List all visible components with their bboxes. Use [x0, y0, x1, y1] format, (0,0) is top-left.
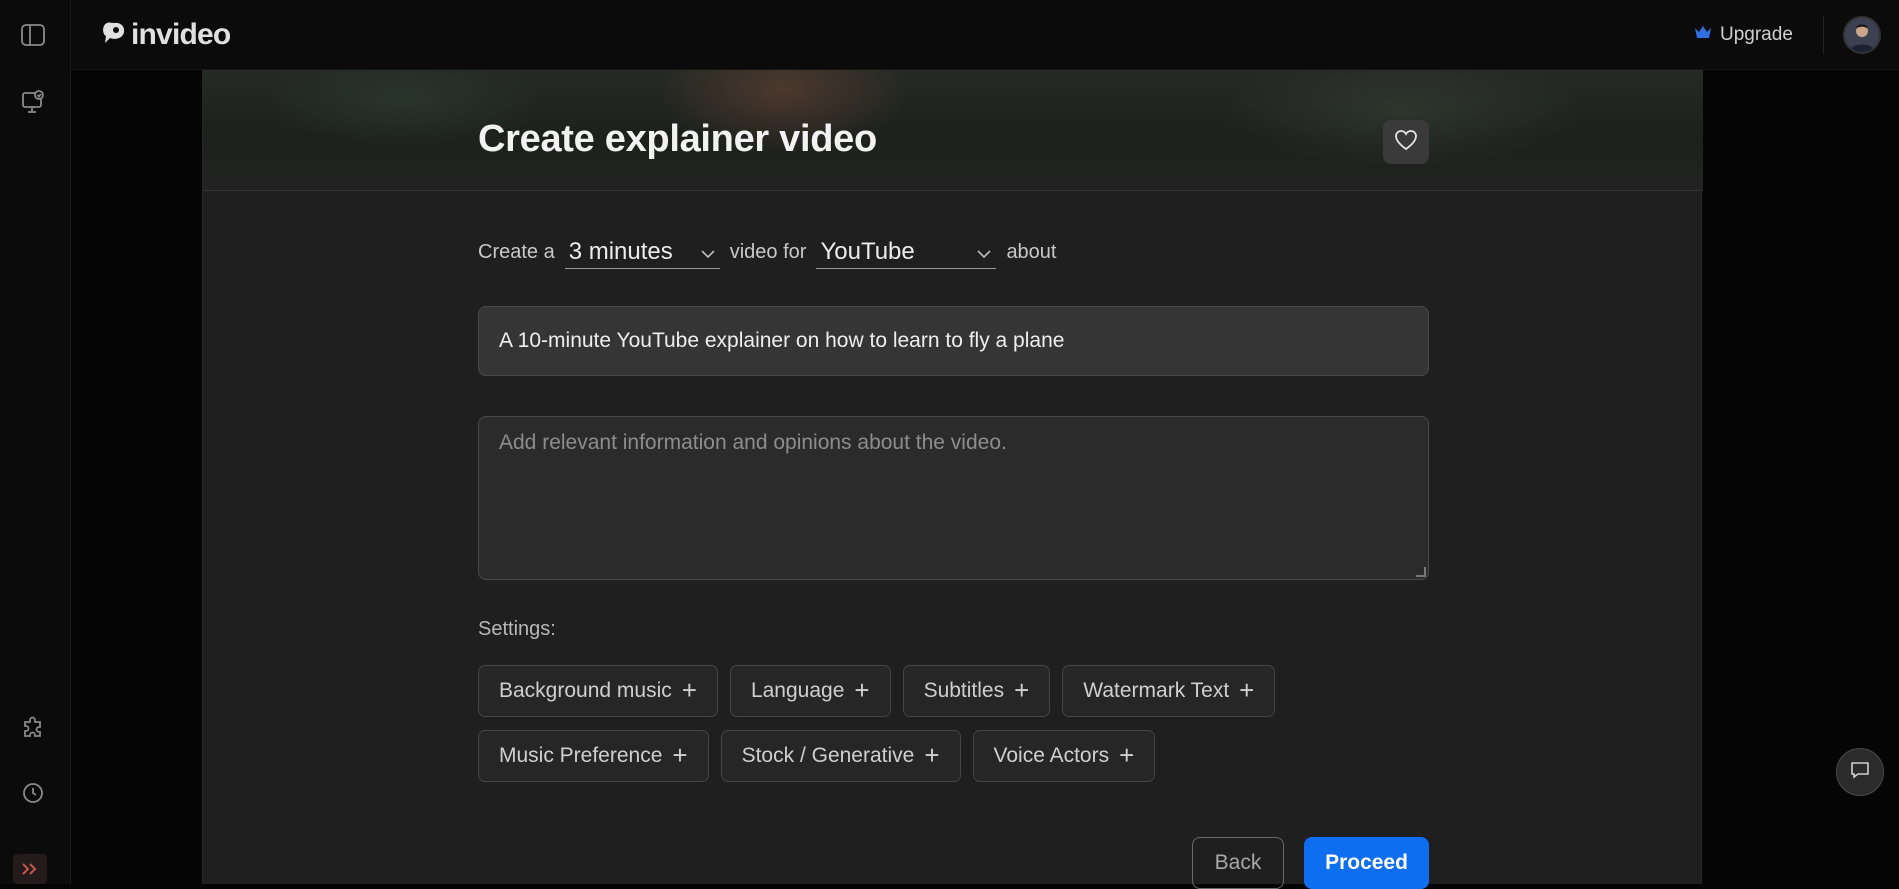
avatar[interactable]	[1843, 16, 1881, 54]
setting-background-music[interactable]: Background music +	[478, 665, 718, 717]
video-spec-sentence: Create a 3 minutes video for YouTube abo…	[478, 230, 1057, 274]
plus-icon: +	[1119, 740, 1135, 770]
back-button[interactable]: Back	[1192, 837, 1284, 889]
logo-mark-icon	[101, 20, 127, 51]
favorite-button[interactable]	[1383, 120, 1429, 164]
plus-icon: +	[1239, 675, 1255, 705]
setting-stock-generative[interactable]: Stock / Generative +	[720, 730, 961, 782]
chevron-down-icon	[700, 238, 716, 266]
plus-icon: +	[672, 740, 688, 770]
setting-voice-actors[interactable]: Voice Actors +	[972, 730, 1156, 782]
page-title: Create explainer video	[478, 118, 877, 160]
chevron-down-icon	[976, 238, 992, 266]
settings-row-2: Music Preference + Stock / Generative + …	[478, 730, 1156, 782]
plugins-icon[interactable]	[19, 714, 47, 742]
setting-watermark-text[interactable]: Watermark Text +	[1062, 665, 1276, 717]
topic-value: A 10-minute YouTube explainer on how to …	[499, 329, 1065, 352]
expand-icon[interactable]	[13, 854, 47, 884]
settings-label: Settings:	[478, 618, 556, 640]
plus-icon: +	[854, 675, 870, 705]
platform-value: YouTube	[820, 237, 915, 265]
heart-icon	[1394, 129, 1418, 156]
chip-label: Watermark Text	[1083, 679, 1230, 702]
setting-subtitles[interactable]: Subtitles +	[902, 665, 1051, 717]
plus-icon: +	[924, 740, 940, 770]
proceed-button[interactable]: Proceed	[1304, 837, 1429, 889]
notes-textarea[interactable]: Add relevant information and opinions ab…	[478, 416, 1429, 580]
chat-button[interactable]	[1836, 748, 1884, 796]
upgrade-label: Upgrade	[1720, 24, 1793, 45]
sentence-prefix: Create a	[478, 240, 555, 263]
sentence-middle: video for	[729, 240, 807, 263]
resize-handle[interactable]	[1416, 567, 1426, 577]
chip-label: Stock / Generative	[741, 744, 915, 767]
top-bar: invideo Upgrade	[0, 0, 1899, 70]
hero-banner	[203, 70, 1703, 191]
sentence-suffix: about	[1006, 240, 1057, 263]
settings-row-1: Background music + Language + Subtitles …	[478, 665, 1276, 717]
notes-placeholder: Add relevant information and opinions ab…	[499, 431, 1007, 454]
duration-select[interactable]: 3 minutes	[564, 235, 720, 269]
chip-label: Subtitles	[923, 679, 1005, 702]
sidebar-toggle-icon[interactable]	[19, 21, 47, 49]
chip-label: Voice Actors	[993, 744, 1110, 767]
setting-music-preference[interactable]: Music Preference +	[478, 730, 709, 782]
upgrade-button[interactable]: Upgrade	[1694, 22, 1793, 48]
chip-label: Background music	[499, 679, 672, 702]
setting-language[interactable]: Language +	[729, 665, 891, 717]
crown-icon	[1694, 24, 1712, 46]
plus-icon: +	[1014, 675, 1030, 705]
topic-input[interactable]: A 10-minute YouTube explainer on how to …	[478, 306, 1429, 376]
chat-icon	[1849, 760, 1871, 785]
logo-text: invideo	[131, 18, 231, 51]
sidebar	[0, 0, 71, 884]
create-video-panel: Create explainer video Create a 3 minute…	[202, 70, 1703, 889]
projects-icon[interactable]	[19, 88, 47, 116]
platform-select[interactable]: YouTube	[816, 235, 997, 269]
chip-label: Language	[750, 679, 845, 702]
top-divider	[1823, 16, 1824, 54]
duration-value: 3 minutes	[568, 237, 673, 265]
plus-icon: +	[681, 675, 697, 705]
chip-label: Music Preference	[499, 744, 663, 767]
invideo-logo[interactable]: invideo	[101, 18, 231, 52]
history-icon[interactable]	[19, 779, 47, 807]
